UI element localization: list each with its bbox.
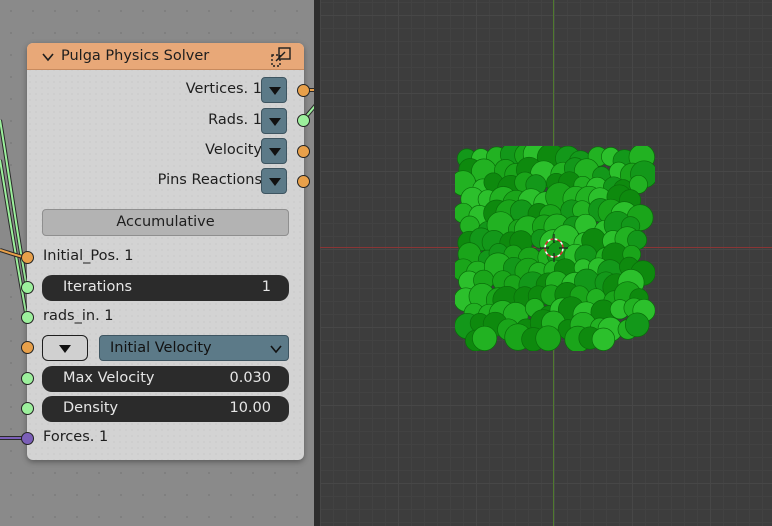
solver-node-icon[interactable] [271, 47, 291, 67]
particle-sphere [535, 325, 562, 351]
particle-sphere [591, 327, 616, 351]
rads-dropdown-button[interactable] [261, 108, 287, 134]
node-header[interactable]: Pulga Physics Solver [27, 43, 304, 70]
pins-reactions-output-socket[interactable] [297, 175, 310, 188]
pulga-physics-solver-node[interactable]: Pulga Physics Solver Vertices. 1 Rads. 1… [21, 43, 310, 460]
output-vertices-label: Vertices. 1 [185, 81, 262, 97]
node-title: Pulga Physics Solver [61, 48, 210, 64]
max-velocity-field[interactable]: Max Velocity 0.030 [42, 366, 289, 392]
forces-socket[interactable] [21, 432, 34, 445]
particle-sphere [624, 312, 650, 338]
chevron-down-icon [270, 345, 282, 354]
3d-cursor-icon[interactable] [540, 234, 568, 262]
max-velocity-socket[interactable] [21, 372, 34, 385]
particle-sphere [472, 325, 498, 351]
node-editor-area[interactable]: Pulga Physics Solver Vertices. 1 Rads. 1… [0, 0, 314, 526]
density-label: Density [63, 400, 119, 416]
velocity-dropdown-button[interactable] [261, 138, 287, 164]
density-value: 10.00 [229, 400, 271, 416]
initial-velocity-socket-dropdown[interactable] [42, 335, 88, 361]
pins-reactions-dropdown-button[interactable] [261, 168, 287, 194]
iterations-label: Iterations [63, 279, 133, 295]
vertices-output-socket[interactable] [297, 84, 310, 97]
output-pins-reactions-label: Pins Reactions [157, 172, 262, 188]
initial-pos-socket[interactable] [21, 251, 34, 264]
vertices-dropdown-button[interactable] [261, 77, 287, 103]
chevron-down-icon[interactable] [42, 51, 54, 63]
initial-velocity-socket[interactable] [21, 341, 34, 354]
iterations-value: 1 [261, 279, 271, 295]
rads-in-socket[interactable] [21, 311, 34, 324]
velocity-output-socket[interactable] [297, 145, 310, 158]
3d-viewport[interactable] [320, 0, 772, 526]
initial-velocity-select-value: Initial Velocity [110, 340, 212, 356]
max-velocity-label: Max Velocity [63, 370, 155, 386]
output-velocity-label: Velocity [205, 142, 262, 158]
input-initial-pos-label: Initial_Pos. 1 [43, 248, 134, 264]
max-velocity-value: 0.030 [229, 370, 271, 386]
iterations-socket[interactable] [21, 281, 34, 294]
density-field[interactable]: Density 10.00 [42, 396, 289, 422]
iterations-field[interactable]: Iterations 1 [42, 275, 289, 301]
rads-output-socket[interactable] [297, 114, 310, 127]
input-forces-label: Forces. 1 [43, 429, 109, 445]
accumulative-button[interactable]: Accumulative [42, 209, 289, 236]
input-rads-in-label: rads_in. 1 [43, 308, 114, 324]
initial-velocity-select[interactable]: Initial Velocity [99, 335, 289, 361]
density-socket[interactable] [21, 402, 34, 415]
output-rads-label: Rads. 1 [208, 112, 262, 128]
